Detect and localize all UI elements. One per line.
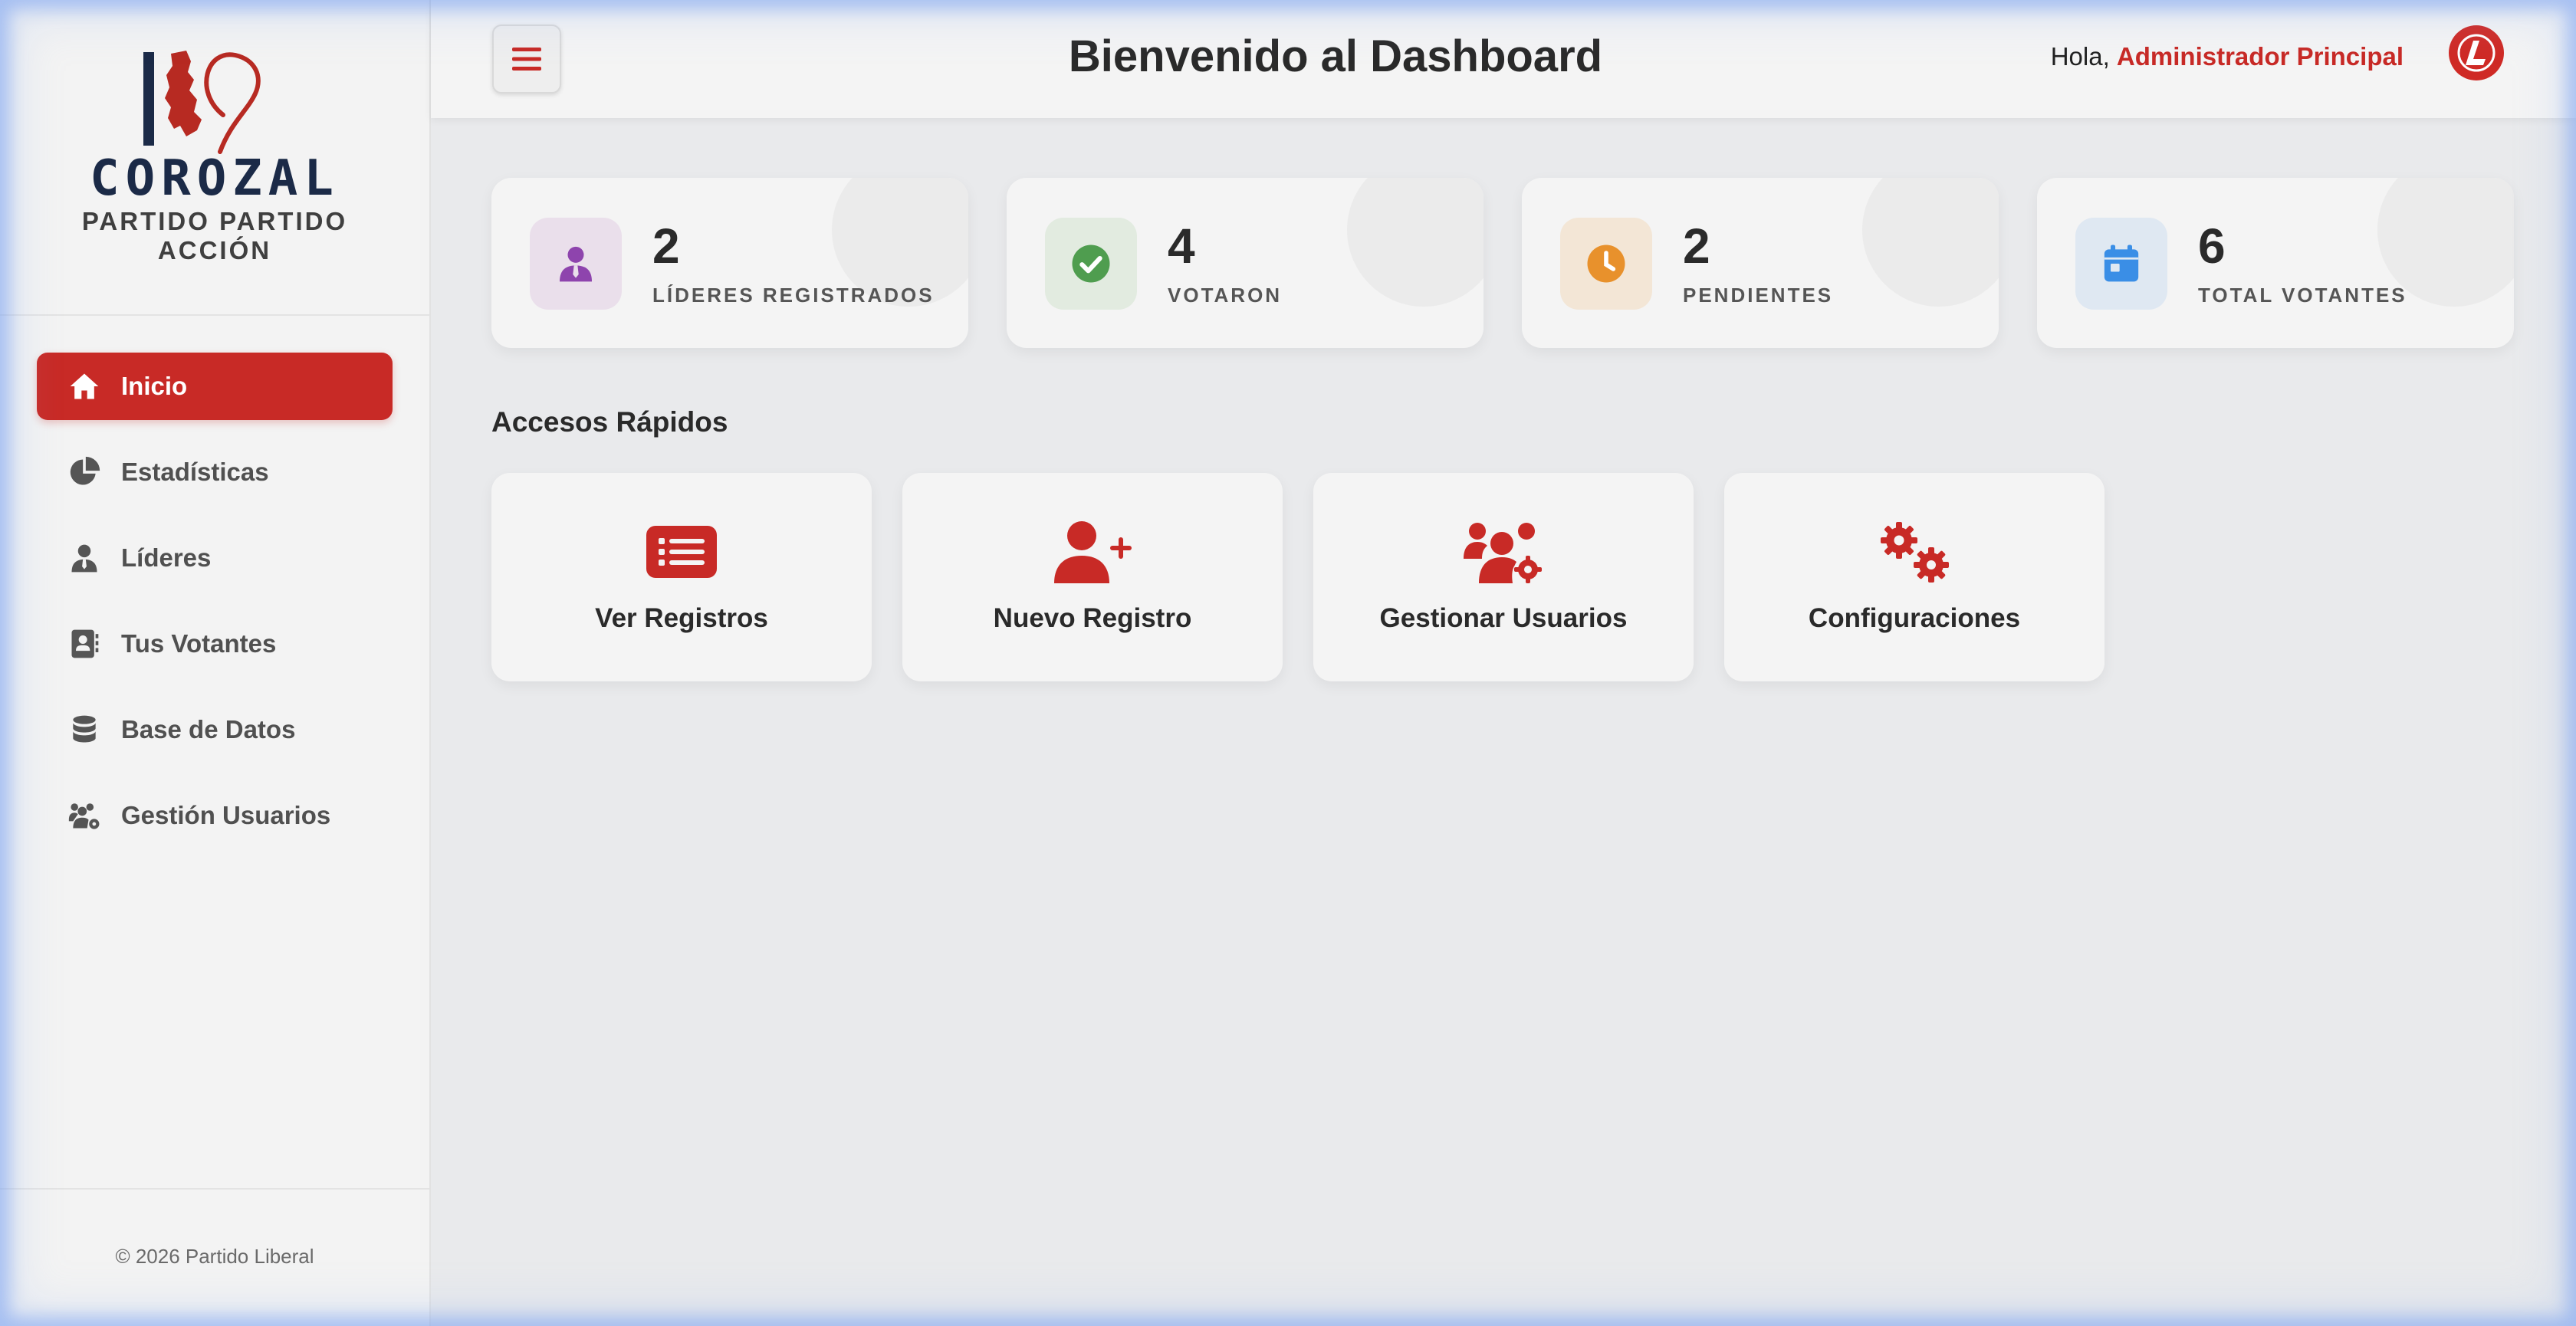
quick-access-configuraciones[interactable]: Configuraciones <box>1724 473 2104 681</box>
stat-card-pendientes: 2 PENDIENTES <box>1522 178 1999 348</box>
sidebar-item-estadisticas[interactable]: Estadísticas <box>37 438 393 506</box>
clock-icon <box>1587 245 1625 283</box>
home-icon <box>66 368 103 405</box>
sidebar-item-gestion-usuarios[interactable]: Gestión Usuarios <box>37 782 393 849</box>
quick-access-gestionar-usuarios[interactable]: Gestionar Usuarios <box>1313 473 1694 681</box>
sidebar-item-label: Tus Votantes <box>121 629 277 658</box>
stat-label: LÍDERES REGISTRADOS <box>652 284 935 307</box>
brand-block: COROZAL PARTIDO PARTIDO ACCIÓN <box>0 0 429 316</box>
sidebar-item-label: Gestión Usuarios <box>121 801 331 829</box>
corozal-logo-icon <box>143 51 261 154</box>
brand-subtitle-line1: PARTIDO PARTIDO <box>81 207 348 235</box>
user-greeting: Hola, Administrador Principal <box>2051 42 2404 71</box>
page-title: Bienvenido al Dashboard <box>1068 31 1603 81</box>
brand-name: COROZAL <box>90 150 340 207</box>
stat-card-votaron: 4 VOTARON <box>1007 178 1484 348</box>
sidebar-item-inicio[interactable]: Inicio <box>37 353 393 420</box>
sidebar-item-lideres[interactable]: Líderes <box>37 524 393 592</box>
sidebar-item-label: Inicio <box>121 372 188 400</box>
liberal-logo-icon <box>2457 34 2496 72</box>
greeting-text: Hola, <box>2050 42 2110 71</box>
pie-chart-icon <box>66 454 103 491</box>
stat-card-lideres: 2 LÍDERES REGISTRADOS <box>491 178 968 348</box>
sidebar-item-tus-votantes[interactable]: Tus Votantes <box>37 610 393 678</box>
stat-value: 2 <box>652 218 680 274</box>
stat-icon-box <box>1045 218 1137 310</box>
database-icon <box>66 711 103 748</box>
sidebar: COROZAL PARTIDO PARTIDO ACCIÓN Inicio Es… <box>0 0 431 1326</box>
quick-access-label: Ver Registros <box>595 603 768 633</box>
user-name[interactable]: Administrador Principal <box>2117 42 2404 71</box>
sidebar-item-label: Estadísticas <box>121 458 269 486</box>
stat-label: PENDIENTES <box>1683 284 1834 307</box>
stat-value: 2 <box>1683 218 1710 274</box>
quick-access-label: Nuevo Registro <box>993 603 1192 633</box>
stat-label: VOTARON <box>1168 284 1283 307</box>
quick-access-nuevo-registro[interactable]: Nuevo Registro <box>902 473 1283 681</box>
stat-value: 4 <box>1168 218 1195 274</box>
quick-access-label: Configuraciones <box>1808 603 2021 633</box>
sidebar-item-label: Líderes <box>121 543 212 572</box>
brand-subtitle-line2: ACCIÓN <box>157 236 272 264</box>
gears-icon <box>1881 522 1949 583</box>
top-header: Bienvenido al Dashboard Hola, Administra… <box>431 0 2576 118</box>
quick-access-title: Accesos Rápidos <box>491 406 728 438</box>
sidebar-item-label: Base de Datos <box>121 715 296 743</box>
check-circle-icon <box>1072 245 1110 283</box>
address-book-icon <box>66 625 103 662</box>
sidebar-footer: © 2026 Partido Liberal <box>0 1188 429 1326</box>
stat-value: 6 <box>2198 218 2226 274</box>
stat-label: TOTAL VOTANTES <box>2198 284 2407 307</box>
stat-icon-box <box>530 218 622 310</box>
stat-icon-box <box>2075 218 2167 310</box>
avatar[interactable] <box>2449 25 2504 80</box>
quick-access-label: Gestionar Usuarios <box>1379 603 1628 633</box>
brand-subtitle: PARTIDO PARTIDO ACCIÓN <box>0 207 429 265</box>
calendar-icon <box>2104 245 2139 282</box>
sidebar-item-base-de-datos[interactable]: Base de Datos <box>37 696 393 763</box>
user-tie-icon <box>560 246 592 282</box>
quick-access-ver-registros[interactable]: Ver Registros <box>491 473 872 681</box>
stat-icon-box <box>1560 218 1652 310</box>
users-gear-icon <box>1464 523 1542 583</box>
list-icon <box>646 526 717 578</box>
sidebar-nav: Inicio Estadísticas Líderes Tus Votantes… <box>37 353 393 868</box>
user-tie-icon <box>66 540 103 576</box>
users-gear-icon <box>66 797 103 834</box>
user-plus-icon <box>1054 521 1132 583</box>
stat-card-total-votantes: 6 TOTAL VOTANTES <box>2037 178 2514 348</box>
